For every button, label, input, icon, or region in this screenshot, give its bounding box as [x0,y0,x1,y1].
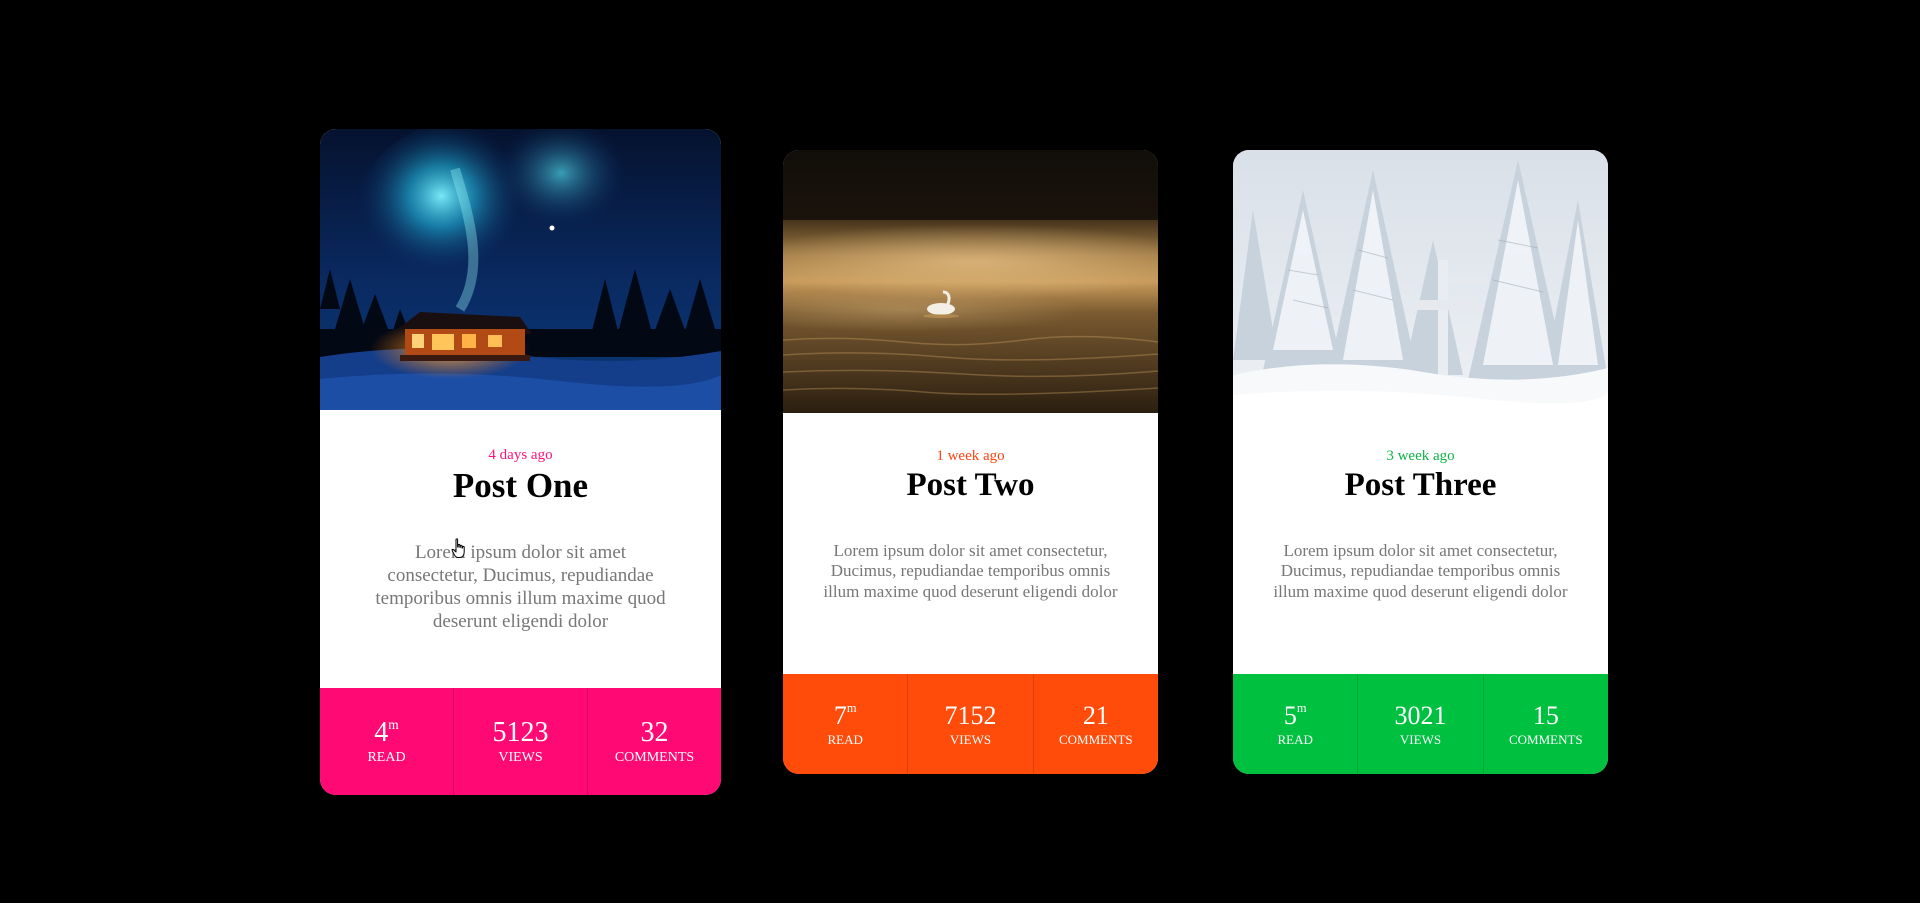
post-excerpt: Lorem ipsum dolor sit amet consectetur, … [823,540,1118,601]
stat-comments-value: 32 [640,716,669,748]
post-date: 1 week ago [936,448,1005,464]
snowy-forest-image [1233,150,1608,413]
post-title[interactable]: Post Two [813,467,1128,505]
northern-lights-cabin-image [320,129,721,410]
stat-read-time: 5m Read [1233,674,1357,774]
post-date: 4 days ago [488,447,553,463]
stat-comments-label: Comments [1058,731,1133,747]
post-stats: 4m Read 5123 Views 32 Comments [320,688,721,795]
post-card-two[interactable]: 1 week ago Post Two Lorem ipsum dolor si… [783,150,1158,774]
stat-comments: 15 Comments [1482,674,1608,774]
stat-read-value: 7m [833,700,857,730]
card-body: 3 week ago Post Three Lorem ipsum dolor … [1233,413,1608,674]
card-body: 4 days ago Post One Lorem ipsum dolor si… [320,410,721,688]
stat-views-label: Views [498,749,543,765]
stat-read-value: 5m [1283,700,1307,730]
stat-read-time: 4m Read [320,688,453,795]
card-image-swan [783,150,1158,413]
stat-views: 3021 Views [1357,674,1482,774]
post-stats: 7m Read 7152 Views 21 Comments [783,674,1158,774]
stat-views-value: 3021 [1394,700,1447,730]
stat-views: 5123 Views [453,688,587,795]
post-excerpt: Lorem ipsum dolor sit amet consectetur, … [1273,540,1568,601]
stat-comments-label: Comments [1508,731,1583,747]
card-body: 1 week ago Post Two Lorem ipsum dolor si… [783,413,1158,674]
stat-comments-value: 15 [1532,700,1559,730]
stat-comments-label: Comments [614,749,695,765]
stat-read-label: Read [367,749,406,765]
stat-views-value: 7152 [944,700,997,730]
stat-comments: 32 Comments [587,688,721,795]
stat-read-label: Read [1277,731,1313,747]
stat-read-value: 4m [374,716,399,748]
post-stats: 5m Read 3021 Views 15 Comments [1233,674,1608,774]
card-image-snowy-forest [1233,150,1608,413]
stat-views-label: Views [949,731,992,747]
post-title[interactable]: Post Three [1263,467,1578,505]
stat-comments: 21 Comments [1032,674,1158,774]
swan-on-lake-image [783,150,1158,413]
post-card-three[interactable]: 3 week ago Post Three Lorem ipsum dolor … [1233,150,1608,774]
stat-views-label: Views [1399,731,1442,747]
stat-read-label: Read [827,731,863,747]
post-date: 3 week ago [1386,448,1455,464]
post-excerpt: Lorem ipsum dolor sit amet consectetur, … [375,542,666,632]
stat-read-time: 7m Read [783,674,907,774]
post-title[interactable]: Post One [356,466,685,506]
stat-views-value: 5123 [492,716,549,748]
stat-views: 7152 Views [907,674,1032,774]
card-image-northern-lights [320,129,721,410]
stat-comments-value: 21 [1082,700,1109,730]
post-card-one[interactable]: 4 days ago Post One Lorem ipsum dolor si… [320,129,721,795]
